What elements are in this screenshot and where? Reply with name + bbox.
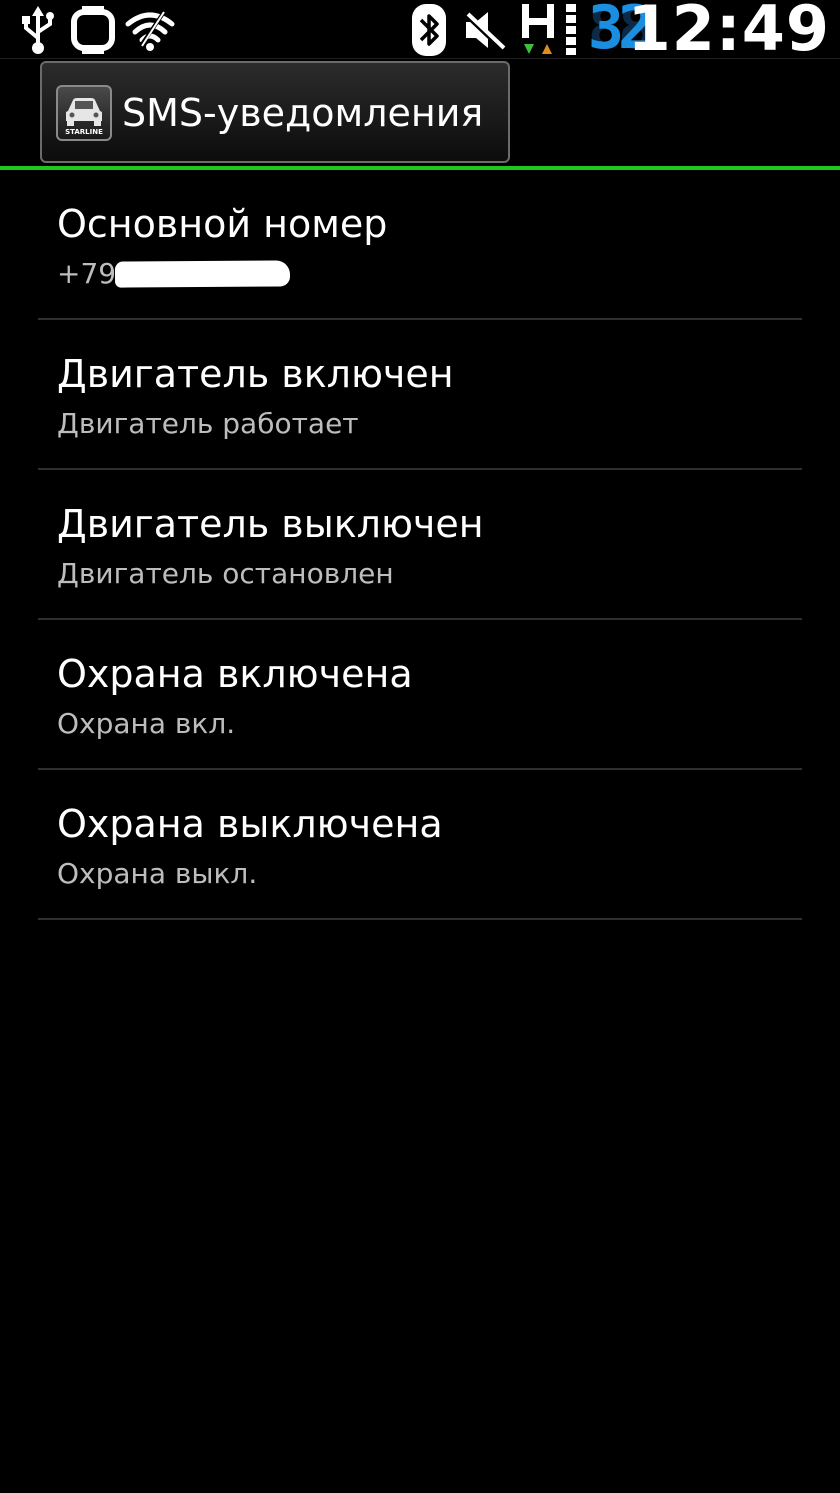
pref-title: Основной номер <box>57 202 388 246</box>
pref-title: Охрана включена <box>57 652 413 696</box>
pref-title: Двигатель выключен <box>57 502 484 546</box>
redaction-mark <box>114 260 291 288</box>
page-title: SMS-уведомления <box>122 91 484 135</box>
list-divider <box>38 918 802 920</box>
pref-main-number[interactable]: Основной номер +79 <box>0 170 840 320</box>
pref-summary: +79 <box>57 257 117 290</box>
bluetooth-icon <box>412 4 446 56</box>
network-h-icon <box>522 4 554 54</box>
pref-engine-off[interactable]: Двигатель выключен Двигатель остановлен <box>0 470 840 620</box>
pref-security-on[interactable]: Охрана включена Охрана вкл. <box>0 620 840 770</box>
app-icon-brand: STARLINE <box>65 128 103 136</box>
pref-title: Двигатель включен <box>57 352 454 396</box>
pref-summary: Охрана вкл. <box>57 707 236 740</box>
usb-icon <box>22 6 54 54</box>
mute-icon <box>463 11 507 52</box>
wifi-icon <box>125 10 175 52</box>
pref-summary: Охрана выкл. <box>57 857 258 890</box>
pref-summary: Двигатель остановлен <box>57 557 394 590</box>
clock: 12:49 <box>627 0 830 65</box>
pref-security-off[interactable]: Охрана выключена Охрана выкл. <box>0 770 840 920</box>
home-up-button[interactable]: STARLINE SMS-уведомления <box>40 61 510 163</box>
pref-engine-on[interactable]: Двигатель включен Двигатель работает <box>0 320 840 470</box>
status-bar: 88 32 12:49 <box>0 0 840 64</box>
pref-title: Охрана выключена <box>57 802 443 846</box>
preference-list: Основной номер +79 Двигатель включен Дви… <box>0 170 840 920</box>
app-icon: STARLINE <box>56 85 112 141</box>
watch-icon <box>71 6 115 54</box>
pref-summary: Двигатель работает <box>57 407 359 440</box>
car-icon <box>66 98 102 126</box>
signal-bars-icon <box>566 4 576 55</box>
action-bar: STARLINE SMS-уведомления <box>0 59 840 166</box>
